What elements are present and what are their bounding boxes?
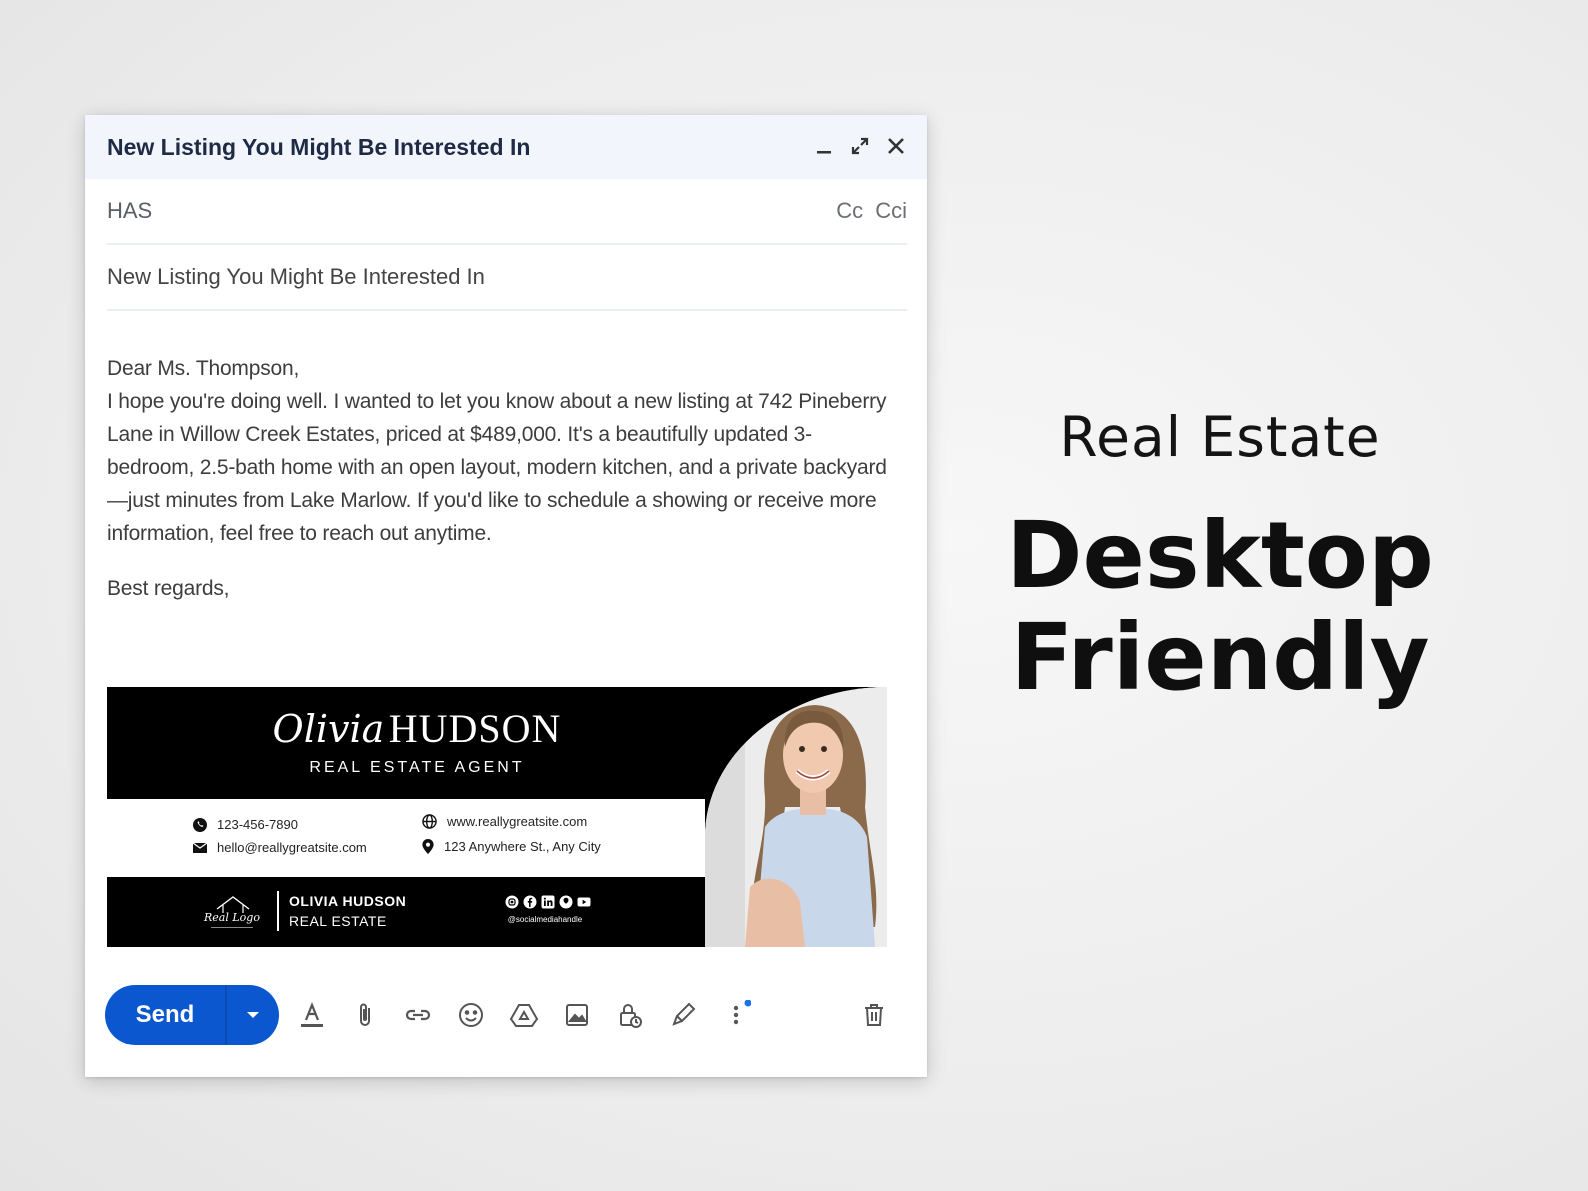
- greeting: Dear Ms. Thompson,: [107, 357, 300, 380]
- to-field[interactable]: HAS Cc Cci: [107, 179, 907, 245]
- phone-text: 123-456-7890: [217, 817, 298, 832]
- social-icons: [505, 895, 591, 909]
- email-signature: Olivia HUDSON REAL ESTATE AGENT 123-456-…: [107, 687, 887, 947]
- website-text: www.reallygreatsite.com: [447, 814, 588, 829]
- mail-icon: [193, 842, 207, 853]
- send-button-group: Send: [105, 985, 279, 1045]
- insert-photo-icon[interactable]: [560, 998, 594, 1032]
- phone-icon: [193, 817, 207, 832]
- compose-title: New Listing You Might Be Interested In: [107, 133, 531, 160]
- signature-role: REAL ESTATE AGENT: [309, 759, 525, 776]
- company-logo: Real Logo: [197, 889, 267, 935]
- hero-title: Desktop Friendly: [960, 505, 1480, 709]
- facebook-icon[interactable]: [523, 895, 537, 909]
- hero-title-line-2: Friendly: [1010, 604, 1430, 711]
- emoji-icon[interactable]: [454, 998, 488, 1032]
- chevron-down-icon: [247, 1012, 259, 1018]
- globe-icon: [422, 814, 437, 829]
- body-paragraph: I hope you're doing well. I wanted to le…: [107, 390, 887, 545]
- compose-titlebar[interactable]: New Listing You Might Be Interested In: [85, 115, 927, 179]
- bcc-link[interactable]: Cci: [875, 198, 907, 223]
- signature-address: 123 Anywhere St., Any City: [422, 839, 601, 854]
- svg-text:Real Logo: Real Logo: [203, 911, 260, 924]
- expand-icon[interactable]: [849, 131, 871, 161]
- agent-photo-frame: [705, 687, 887, 947]
- address-text: 123 Anywhere St., Any City: [444, 839, 601, 854]
- pinterest-icon[interactable]: [559, 895, 573, 909]
- instagram-icon[interactable]: [505, 895, 519, 909]
- signature-footer: Real Logo OLIVIA HUDSON REAL ESTATE @soc…: [107, 877, 705, 947]
- company-name: OLIVIA HUDSON: [289, 893, 407, 909]
- close-icon[interactable]: [885, 131, 907, 161]
- window-controls: [813, 131, 907, 161]
- text-format-icon[interactable]: [295, 998, 329, 1032]
- signature-pen-icon[interactable]: [666, 998, 700, 1032]
- signature-last-name: HUDSON: [388, 706, 562, 751]
- link-icon[interactable]: [401, 998, 435, 1032]
- drive-icon[interactable]: [507, 998, 541, 1032]
- social-handle: @socialmediahandle: [507, 915, 583, 924]
- subject-value: New Listing You Might Be Interested In: [107, 264, 485, 289]
- cc-bcc-links: Cc Cci: [830, 198, 907, 224]
- message-body[interactable]: Dear Ms. Thompson, I hope you're doing w…: [107, 352, 887, 605]
- subject-field[interactable]: New Listing You Might Be Interested In: [107, 245, 907, 311]
- signature-company: OLIVIA HUDSON REAL ESTATE: [289, 893, 406, 929]
- more-options-icon[interactable]: [719, 998, 753, 1032]
- compose-toolbar: Send: [105, 985, 905, 1045]
- linkedin-icon[interactable]: [541, 895, 555, 909]
- signature-email: hello@reallygreatsite.com: [193, 840, 367, 855]
- confidential-mode-icon[interactable]: [613, 998, 647, 1032]
- minimize-icon[interactable]: [813, 131, 835, 161]
- closing: Best regards,: [107, 577, 230, 600]
- signature-website: www.reallygreatsite.com: [422, 814, 587, 829]
- hero-subtitle: Real Estate: [1059, 405, 1381, 469]
- signature-name: Olivia HUDSON: [207, 705, 627, 752]
- company-line: REAL ESTATE: [289, 913, 387, 929]
- attach-icon[interactable]: [348, 998, 382, 1032]
- send-button[interactable]: Send: [105, 1001, 225, 1029]
- location-pin-icon: [422, 839, 434, 854]
- delete-draft-icon[interactable]: [857, 998, 891, 1032]
- hero-title-line-1: Desktop: [1006, 502, 1434, 609]
- cc-link[interactable]: Cc: [836, 198, 863, 223]
- signature-phone: 123-456-7890: [193, 817, 298, 832]
- logo-divider: [277, 891, 279, 931]
- to-value: HAS: [107, 198, 153, 223]
- signature-first-name: Olivia: [272, 707, 385, 751]
- schedule-send-dropdown[interactable]: [227, 985, 279, 1045]
- compose-window: New Listing You Might Be Interested In H…: [85, 115, 927, 1077]
- agent-photo: [705, 687, 887, 947]
- youtube-icon[interactable]: [577, 895, 591, 909]
- email-text: hello@reallygreatsite.com: [217, 840, 367, 855]
